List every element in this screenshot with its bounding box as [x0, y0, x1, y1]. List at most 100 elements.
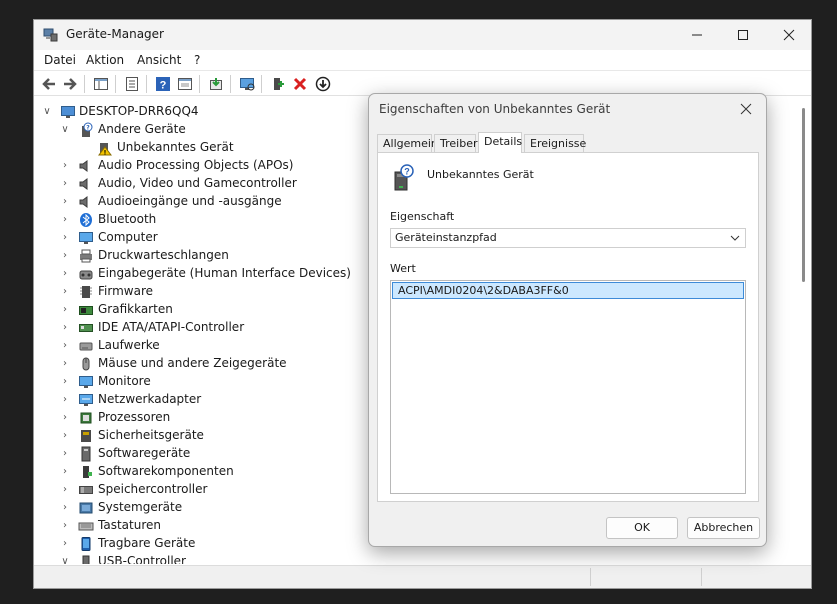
property-label: Eigenschaft: [390, 210, 455, 223]
scrollbar-thumb[interactable]: [802, 108, 805, 282]
tab-allgemein[interactable]: Allgemein: [377, 134, 438, 152]
chevron-down-icon[interactable]: ∨: [59, 123, 71, 137]
controller-icon: [79, 324, 93, 332]
add-driver-icon: [274, 78, 284, 90]
status-separator: [701, 568, 702, 586]
chevron-right-icon[interactable]: ›: [59, 393, 71, 407]
chevron-right-icon[interactable]: ›: [59, 483, 71, 497]
unknown-device-icon: ?: [82, 122, 93, 137]
unknown-device-icon: ?: [394, 164, 414, 191]
menu-aktion[interactable]: Aktion: [86, 53, 124, 67]
tree-item-label: Systemgeräte: [98, 500, 183, 514]
chevron-right-icon[interactable]: ›: [59, 501, 71, 515]
tab-treiber[interactable]: Treiber: [434, 134, 477, 152]
view-button[interactable]: [175, 74, 195, 94]
chevron-right-icon[interactable]: ›: [59, 411, 71, 425]
monitor-icon: [79, 232, 93, 244]
window-title: Geräte-Manager: [66, 27, 164, 41]
tree-item-label: Bluetooth: [98, 212, 157, 226]
svg-text:!: !: [104, 150, 107, 157]
chevron-right-icon[interactable]: ›: [59, 213, 71, 227]
dialog-close-button[interactable]: [734, 98, 758, 120]
chevron-right-icon[interactable]: ›: [59, 375, 71, 389]
chevron-right-icon[interactable]: ›: [59, 447, 71, 461]
value-list[interactable]: ACPI\AMDI0204\2&DABA3FF&0: [390, 280, 746, 494]
properties-button[interactable]: [122, 74, 142, 94]
device-manager-app-icon: [43, 28, 58, 42]
toolbar-separator: [146, 75, 147, 93]
tree-item-label: Grafikkarten: [98, 302, 173, 316]
menu-bar: Datei Aktion Ansicht ?: [34, 50, 811, 70]
chevron-right-icon[interactable]: ›: [59, 177, 71, 191]
properties-icon: [126, 77, 138, 91]
speaker-icon: [79, 160, 88, 172]
printer-icon: [80, 249, 92, 263]
property-selected-value: Geräteinstanzpfad: [395, 231, 497, 244]
back-button[interactable]: [39, 74, 59, 94]
forward-button[interactable]: [60, 74, 80, 94]
svg-text:?: ?: [160, 80, 167, 92]
title-bar[interactable]: Geräte-Manager: [34, 20, 811, 50]
tree-item-label: Prozessoren: [98, 410, 171, 424]
tree-category[interactable]: ∨ USB-Controller: [34, 553, 634, 564]
storage-controller-icon: [79, 486, 93, 494]
chevron-right-icon[interactable]: ›: [59, 357, 71, 371]
help-icon: ?: [156, 77, 170, 92]
delete-x-icon: [293, 77, 307, 91]
maximize-icon: [738, 30, 748, 40]
chevron-right-icon[interactable]: ›: [59, 285, 71, 299]
bluetooth-icon: [80, 213, 92, 227]
chevron-right-icon[interactable]: ›: [59, 339, 71, 353]
svg-text:?: ?: [86, 125, 90, 132]
chevron-right-icon[interactable]: ›: [59, 267, 71, 281]
toolbar-separator: [230, 75, 231, 93]
tab-details[interactable]: Details: [478, 132, 522, 153]
chevron-right-icon[interactable]: ›: [59, 465, 71, 479]
help-button[interactable]: ?: [153, 74, 173, 94]
close-button[interactable]: [766, 20, 811, 50]
disable-device-button[interactable]: [313, 74, 333, 94]
console-tree-icon: [94, 78, 108, 90]
vertical-scrollbar[interactable]: [800, 100, 808, 282]
chevron-right-icon[interactable]: ›: [59, 321, 71, 335]
ok-button[interactable]: OK: [606, 517, 678, 539]
value-list-item[interactable]: ACPI\AMDI0204\2&DABA3FF&0: [392, 282, 744, 299]
chevron-right-icon[interactable]: ›: [59, 537, 71, 551]
chevron-right-icon[interactable]: ›: [59, 519, 71, 533]
property-dropdown[interactable]: Geräteinstanzpfad: [390, 228, 746, 248]
graphics-card-icon: [79, 306, 93, 315]
chevron-right-icon[interactable]: ›: [59, 231, 71, 245]
chevron-right-icon[interactable]: ›: [59, 429, 71, 443]
status-separator: [590, 568, 591, 586]
chevron-right-icon[interactable]: ›: [59, 303, 71, 317]
chevron-right-icon[interactable]: ›: [59, 249, 71, 263]
tab-ereignisse[interactable]: Ereignisse: [524, 134, 586, 152]
uninstall-button[interactable]: [290, 74, 310, 94]
properties-dialog: Eigenschaften von Unbekanntes Gerät Allg…: [368, 93, 767, 547]
tree-item-label: Softwarekomponenten: [98, 464, 234, 478]
cancel-button[interactable]: Abbrechen: [687, 517, 760, 539]
chevron-right-icon[interactable]: ›: [59, 159, 71, 173]
maximize-button[interactable]: [720, 20, 766, 50]
toolbar-separator: [261, 75, 262, 93]
update-driver-button[interactable]: [206, 74, 226, 94]
tree-item-label: Eingabegeräte (Human Interface Devices): [98, 266, 351, 280]
scan-hardware-icon: [240, 78, 255, 91]
chevron-down-icon[interactable]: ∨: [41, 105, 53, 119]
minimize-button[interactable]: [674, 20, 720, 50]
chevron-down-icon[interactable]: ∨: [59, 555, 71, 564]
speaker-icon: [79, 196, 88, 208]
keyboard-icon: [78, 522, 94, 531]
arrow-right-icon: [64, 78, 77, 90]
scan-hardware-button[interactable]: [237, 74, 257, 94]
show-hide-console-tree-button[interactable]: [91, 74, 111, 94]
warning-device-icon: !: [98, 143, 112, 157]
chevron-right-icon[interactable]: ›: [59, 195, 71, 209]
add-driver-button[interactable]: [268, 74, 288, 94]
menu-datei[interactable]: Datei: [44, 53, 76, 67]
value-label: Wert: [390, 262, 416, 275]
menu-help[interactable]: ?: [194, 53, 200, 67]
view-window-icon: [178, 78, 192, 90]
menu-ansicht[interactable]: Ansicht: [137, 53, 181, 67]
tree-item-label: Computer: [98, 230, 158, 244]
